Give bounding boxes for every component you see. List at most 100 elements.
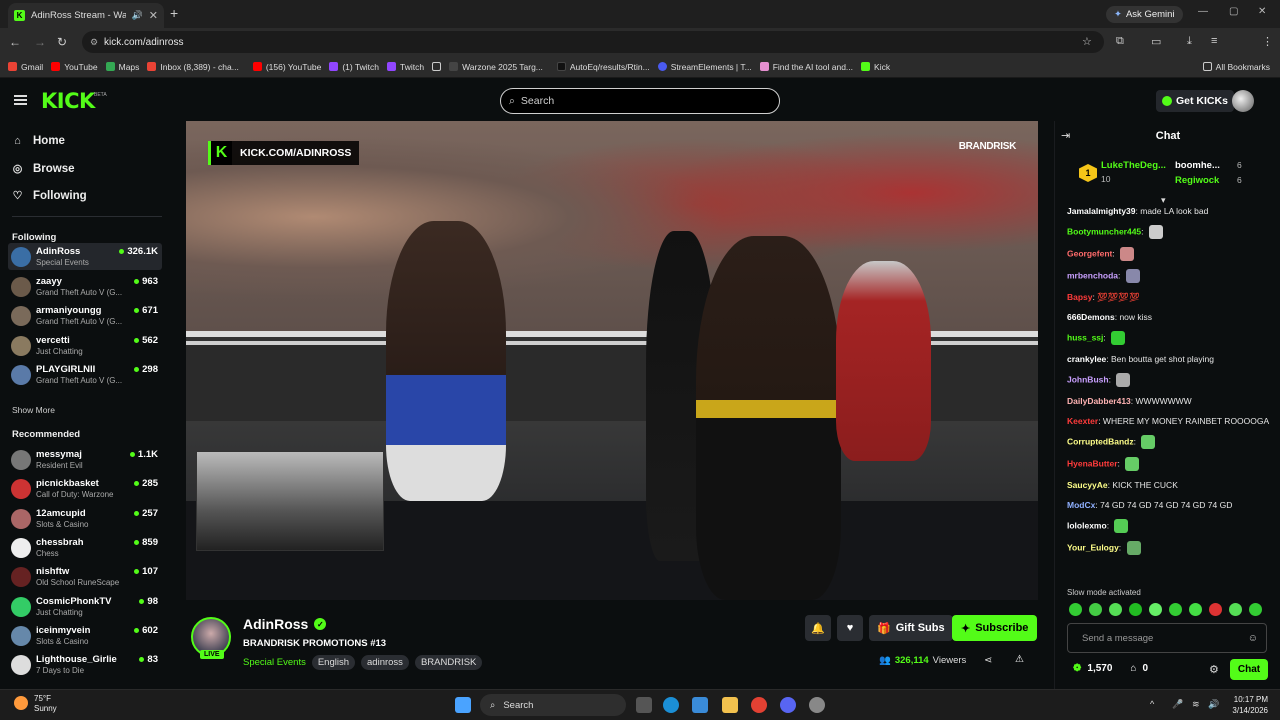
tag[interactable]: BRANDRISK [414, 655, 483, 670]
file-explorer-icon[interactable] [722, 697, 738, 713]
chat-username[interactable]: lololexmo [1067, 520, 1107, 530]
channel-points[interactable]: ❁ 1,570 ⌂ 0 [1073, 663, 1148, 674]
second-name[interactable]: boomhe... [1175, 160, 1220, 171]
sidebar-channel-lighthouse_girlie[interactable]: Lighthouse_Girlie 7 Days to Die 83 [8, 651, 162, 678]
chat-input[interactable]: Send a message ☺ [1067, 623, 1267, 653]
emote-icon[interactable] [1089, 603, 1102, 616]
chat-username[interactable]: mrbenchoda [1067, 270, 1118, 280]
url-bar[interactable]: ⚙ kick.com/adinross [82, 31, 1104, 53]
hamburger-menu-icon[interactable] [14, 95, 27, 105]
discord-icon[interactable] [780, 697, 796, 713]
chat-username[interactable]: 666Demons [1067, 312, 1115, 322]
ask-gemini-button[interactable]: ✦ Ask Gemini [1106, 6, 1183, 23]
chat-username[interactable]: JohnBush [1067, 374, 1109, 384]
sidebar-channel-armaniyoungg[interactable]: armaniyoungg Grand Theft Auto V (G... 671 [8, 302, 162, 329]
edge-icon[interactable] [663, 697, 679, 713]
send-chat-button[interactable]: Chat [1230, 659, 1268, 680]
bookmark-youtube[interactable]: YouTube [51, 62, 98, 72]
report-icon[interactable]: ⚠ [1015, 654, 1024, 665]
new-tab-button[interactable]: + [170, 5, 178, 21]
chat-settings-icon[interactable]: ⚙ [1209, 663, 1219, 676]
bookmark-streamelements[interactable]: StreamElements | T... [657, 62, 752, 72]
emote-icon[interactable] [1189, 603, 1202, 616]
tray-chevron-icon[interactable]: ^ [1150, 699, 1154, 709]
emote-icon[interactable] [1169, 603, 1182, 616]
close-window-button[interactable]: ✕ [1258, 6, 1266, 17]
minimize-button[interactable]: — [1198, 6, 1208, 17]
bookmark-inbox[interactable]: Inbox (8,389) - cha... [147, 62, 239, 72]
weather-widget[interactable]: 75°F Sunny [14, 694, 57, 714]
sidebar-channel-chessbrah[interactable]: chessbrah Chess 859 [8, 534, 162, 561]
chrome-icon[interactable] [751, 697, 767, 713]
chat-username[interactable]: DailyDabber413 [1067, 396, 1131, 406]
sidebar-channel-messymaj[interactable]: messymaj Resident Evil 1.1K [8, 446, 162, 473]
browser-tab[interactable]: K AdinRoss Stream - Watch L 🔊 ✕ [8, 3, 164, 28]
nav-home[interactable]: ⌂ Home [12, 135, 65, 147]
forward-icon[interactable]: → [34, 35, 46, 49]
emoji-icon[interactable]: ☺ [1248, 633, 1258, 644]
nav-following[interactable]: ♡ Following [12, 189, 87, 203]
sidebar-channel-zaayy[interactable]: zaayy Grand Theft Auto V (G... 963 [8, 273, 162, 300]
leader-name[interactable]: LukeTheDeg... [1101, 160, 1166, 171]
start-icon[interactable] [455, 697, 471, 713]
taskbar-search[interactable]: ⌕ Search [480, 694, 626, 716]
bookmark-autoeq[interactable]: AutoEq/results/Rtin... [556, 62, 650, 72]
bookmark-maps[interactable]: Maps [105, 62, 139, 72]
cast-icon[interactable]: ▭ [1151, 35, 1161, 48]
sidebar-channel-12amcupid[interactable]: 12amcupid Slots & Casino 257 [8, 505, 162, 532]
follow-button[interactable]: ♥ [837, 615, 863, 641]
emote-icon[interactable] [1229, 603, 1242, 616]
sidebar-channel-playgirlnii[interactable]: PLAYGIRLNII Grand Theft Auto V (G... 298 [8, 361, 162, 388]
gift-subs-button[interactable]: 🎁 Gift Subs [869, 615, 953, 641]
download-icon[interactable]: ⤓ [1187, 35, 1192, 48]
bookmark-kick[interactable]: Kick [861, 62, 890, 72]
chat-username[interactable]: Your_Eulogy [1067, 542, 1119, 552]
bookmark-gmail[interactable]: Gmail [8, 62, 43, 72]
emote-icon[interactable] [1149, 603, 1162, 616]
emote-icon[interactable] [1069, 603, 1082, 616]
video-player[interactable]: K KICK.COM/ADINROSS BRANDRISK [186, 121, 1038, 600]
chat-username[interactable]: huss_ssj [1067, 332, 1103, 342]
app-icon[interactable] [809, 697, 825, 713]
media-icon[interactable]: ≡ [1211, 35, 1217, 47]
category-link[interactable]: Special Events [243, 657, 306, 668]
chat-username[interactable]: Bootymuncher445 [1067, 226, 1141, 236]
bookmark-warzone[interactable]: Warzone 2025 Targ... [449, 62, 543, 72]
bookmark-youtube-156[interactable]: (156) YouTube [252, 62, 321, 72]
store-icon[interactable] [692, 697, 708, 713]
search-input[interactable]: ⌕ Search [500, 88, 780, 114]
show-more-link[interactable]: Show More [12, 405, 55, 415]
chat-username[interactable]: HyenaButter [1067, 458, 1118, 468]
get-kicks-button[interactable]: Get KICKs [1156, 90, 1234, 112]
chat-username[interactable]: SaucyyAe [1067, 480, 1108, 490]
notification-bell-button[interactable]: 🔔 [805, 615, 831, 641]
emote-icon[interactable] [1129, 603, 1142, 616]
wifi-icon[interactable]: ≋ [1192, 699, 1200, 710]
nav-browse[interactable]: ◎ Browse [12, 162, 75, 176]
chat-username[interactable]: Jamalalmighty39 [1067, 206, 1136, 216]
close-tab-icon[interactable]: ✕ [149, 9, 158, 22]
chat-username[interactable]: CorruptedBandz [1067, 436, 1134, 446]
emote-icon[interactable] [1249, 603, 1262, 616]
streamer-name[interactable]: AdinRoss ✓ [243, 616, 327, 632]
sidebar-channel-cosmicphonktv[interactable]: CosmicPhonkTV Just Chatting 98 [8, 593, 162, 620]
back-icon[interactable]: ← [9, 35, 21, 49]
system-clock[interactable]: 10:17 PM 3/14/2026 [1232, 694, 1268, 716]
reload-icon[interactable]: ↻ [57, 35, 67, 49]
maximize-button[interactable]: ▢ [1229, 6, 1238, 17]
sidebar-channel-vercetti[interactable]: vercetti Just Chatting 562 [8, 332, 162, 359]
chat-username[interactable]: crankylee [1067, 354, 1106, 364]
sidebar-channel-nishftw[interactable]: nishftw Old School RuneScape 107 [8, 563, 162, 590]
sidebar-channel-picnickbasket[interactable]: picnickbasket Call of Duty: Warzone 285 [8, 475, 162, 502]
kick-logo[interactable]: KICK [41, 89, 95, 113]
volume-icon[interactable]: 🔊 [1208, 699, 1219, 710]
emote-icon[interactable] [1209, 603, 1222, 616]
sidebar-channel-adinross[interactable]: AdinRoss Special Events 326.1K [8, 243, 162, 270]
tag[interactable]: adinross [361, 655, 409, 670]
bookmark-ai-tool[interactable]: Find the AI tool and... [759, 62, 853, 72]
menu-icon[interactable]: ⋮ [1262, 35, 1273, 48]
bookmark-folder[interactable] [432, 62, 442, 71]
chat-username[interactable]: Georgefent [1067, 248, 1112, 258]
bookmark-twitch-1[interactable]: (1) Twitch [329, 62, 379, 72]
chat-username[interactable]: Bapsy [1067, 292, 1093, 302]
